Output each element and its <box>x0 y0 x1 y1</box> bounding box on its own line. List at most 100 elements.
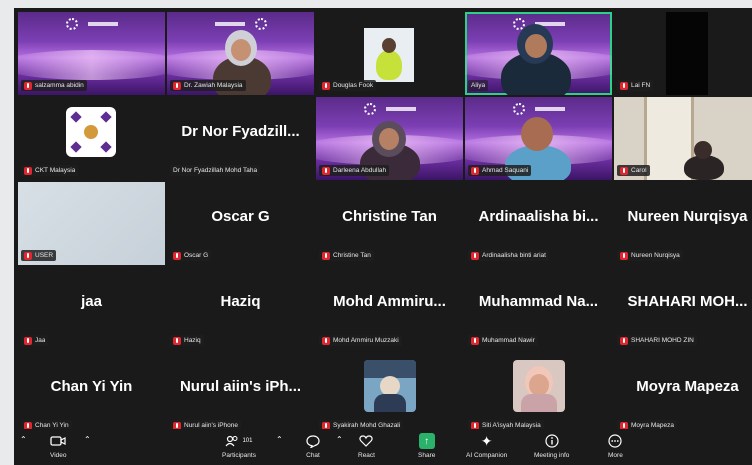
participant-label: Ardinaalisha binti ariat <box>468 250 549 261</box>
name-tile[interactable]: Nureen Nurqisya Nureen Nurqisya <box>614 182 752 265</box>
banner-logos <box>465 103 612 115</box>
heart-icon <box>359 432 374 450</box>
participant-head <box>694 141 712 159</box>
profile-photo <box>364 360 416 412</box>
participant-name: Oscar G <box>211 208 270 225</box>
participant-label: Douglas Fook <box>319 80 377 91</box>
more-button[interactable]: More <box>608 432 623 459</box>
name-tile[interactable]: Dr Nor Fyadzill... Dr Nor Fyadzillah Moh… <box>167 97 314 180</box>
participant-label: SHAHARI MOHD ZIN <box>617 335 697 346</box>
participant-label: salzamma abidin <box>21 80 87 91</box>
video-options-caret-icon[interactable]: ⌃ <box>84 435 91 444</box>
share-button[interactable]: ↑ Share <box>418 432 435 459</box>
name-tile[interactable]: jaa Jaa <box>18 267 165 350</box>
react-button[interactable]: React <box>358 432 375 459</box>
participant-name: Muhammad Na... <box>478 293 599 310</box>
participant-label: Lai FN <box>617 80 654 91</box>
participants-button[interactable]: 101 Participants <box>222 432 256 459</box>
name-tile[interactable]: SHAHARI MOH... SHAHARI MOHD ZIN <box>614 267 752 350</box>
info-icon <box>545 432 559 450</box>
muted-mic-icon <box>471 336 479 345</box>
muted-mic-icon <box>620 81 628 90</box>
banner-logos <box>316 103 463 115</box>
muted-mic-icon <box>24 166 32 175</box>
participant-label: Oscar G <box>170 250 212 261</box>
muted-mic-icon <box>24 251 32 260</box>
muted-mic-icon <box>24 81 32 90</box>
audio-options-caret-icon[interactable]: ⌃ <box>20 435 27 444</box>
video-tile[interactable]: Douglas Fook <box>316 12 463 95</box>
participant-body <box>376 50 402 80</box>
name-tile[interactable]: Muhammad Na... Muhammad Nawir <box>465 267 612 350</box>
participant-label: Jaa <box>21 335 49 346</box>
participant-name: Christine Tan <box>342 208 437 225</box>
muted-mic-icon <box>322 336 330 345</box>
banner-logos <box>18 18 165 30</box>
name-tile[interactable]: Haziq Haziq <box>167 267 314 350</box>
name-tile[interactable]: Moyra Mapeza Moyra Mapeza <box>614 352 752 435</box>
muted-mic-icon <box>322 166 330 175</box>
share-screen-icon: ↑ <box>418 433 435 449</box>
participant-name: Haziq <box>220 293 261 310</box>
muted-mic-icon <box>471 166 479 175</box>
video-tile[interactable]: Lai FN <box>614 12 752 95</box>
participant-label: Haziq <box>170 335 204 346</box>
participant-name: Mohd Ammiru... <box>333 293 446 310</box>
video-tile[interactable]: Siti A'isyah Malaysia <box>465 352 612 435</box>
participant-name: Dr Nor Fyadzill... <box>181 123 300 140</box>
participant-label: CKT Malaysia <box>21 165 79 176</box>
ai-companion-button[interactable]: ✦ AI Companion <box>466 432 507 460</box>
video-tile[interactable]: Dr. Zawiah Malaysia <box>167 12 314 95</box>
video-tile[interactable]: Carol <box>614 97 752 180</box>
chat-caret-icon[interactable]: ⌃ <box>336 435 343 444</box>
chat-icon <box>306 432 320 450</box>
name-tile[interactable]: Nurul aiin's iPh... Nurul aiin's iPhone <box>167 352 314 435</box>
video-tile[interactable]: CKT Malaysia <box>18 97 165 180</box>
video-camera-icon <box>50 432 66 450</box>
video-button[interactable]: Video <box>50 432 67 459</box>
meeting-toolbar: ⌃ Video ⌃ 101 Participants ⌃ Chat ⌃ Reac… <box>14 429 752 465</box>
participants-count: 101 <box>242 438 253 444</box>
participant-label: Ahmad Saquani <box>468 165 532 176</box>
participant-label: Aliya <box>468 80 489 91</box>
participant-label: Nureen Nurqisya <box>617 250 683 261</box>
muted-mic-icon <box>322 251 330 260</box>
name-tile[interactable]: Ardinaalisha bi... Ardinaalisha binti ar… <box>465 182 612 265</box>
participant-name: Ardinaalisha bi... <box>478 208 599 225</box>
muted-mic-icon <box>620 166 628 175</box>
participants-caret-icon[interactable]: ⌃ <box>276 435 283 444</box>
participant-head <box>521 117 553 151</box>
video-tile[interactable]: salzamma abidin <box>18 12 165 95</box>
video-tile[interactable]: USER <box>18 182 165 265</box>
participant-label: Dr Nor Fyadzillah Mohd Taha <box>170 165 261 176</box>
participant-name: Nureen Nurqisya <box>627 208 748 225</box>
participant-name: Chan Yi Yin <box>50 378 133 395</box>
ckt-logo-icon <box>66 107 116 157</box>
name-tile[interactable]: Christine Tan Christine Tan <box>316 182 463 265</box>
participant-label: Darleena Abdullah <box>319 165 390 176</box>
sparkle-icon: ✦ <box>480 432 493 449</box>
participant-label: Dr. Zawiah Malaysia <box>170 80 246 91</box>
participant-name: SHAHARI MOH... <box>627 293 748 310</box>
muted-mic-icon <box>620 336 628 345</box>
active-speaker-tile[interactable]: Aliya <box>465 12 612 95</box>
muted-mic-icon <box>173 251 181 260</box>
participant-label: Christine Tan <box>319 250 374 261</box>
participant-label: Mohd Ammiru Muzzaki <box>319 335 402 346</box>
muted-mic-icon <box>471 251 479 260</box>
name-tile[interactable]: Oscar G Oscar G <box>167 182 314 265</box>
banner-logos <box>167 18 314 30</box>
meeting-info-button[interactable]: Meeting info <box>534 432 569 459</box>
more-icon <box>608 432 623 450</box>
name-tile[interactable]: Chan Yi Yin Chan Yi Yin <box>18 352 165 435</box>
video-tile[interactable]: Darleena Abdullah <box>316 97 463 180</box>
participant-label: USER <box>21 250 57 261</box>
name-tile[interactable]: Mohd Ammiru... Mohd Ammiru Muzzaki <box>316 267 463 350</box>
participant-label: Muhammad Nawir <box>468 335 538 346</box>
muted-mic-icon <box>173 336 181 345</box>
muted-mic-icon <box>620 251 628 260</box>
gallery-grid: salzamma abidin Dr. Zawiah Malaysia Doug… <box>18 12 752 435</box>
video-tile[interactable]: Ahmad Saquani <box>465 97 612 180</box>
video-tile[interactable]: Syakirah Mohd Ghazali <box>316 352 463 435</box>
chat-button[interactable]: Chat <box>306 432 320 459</box>
